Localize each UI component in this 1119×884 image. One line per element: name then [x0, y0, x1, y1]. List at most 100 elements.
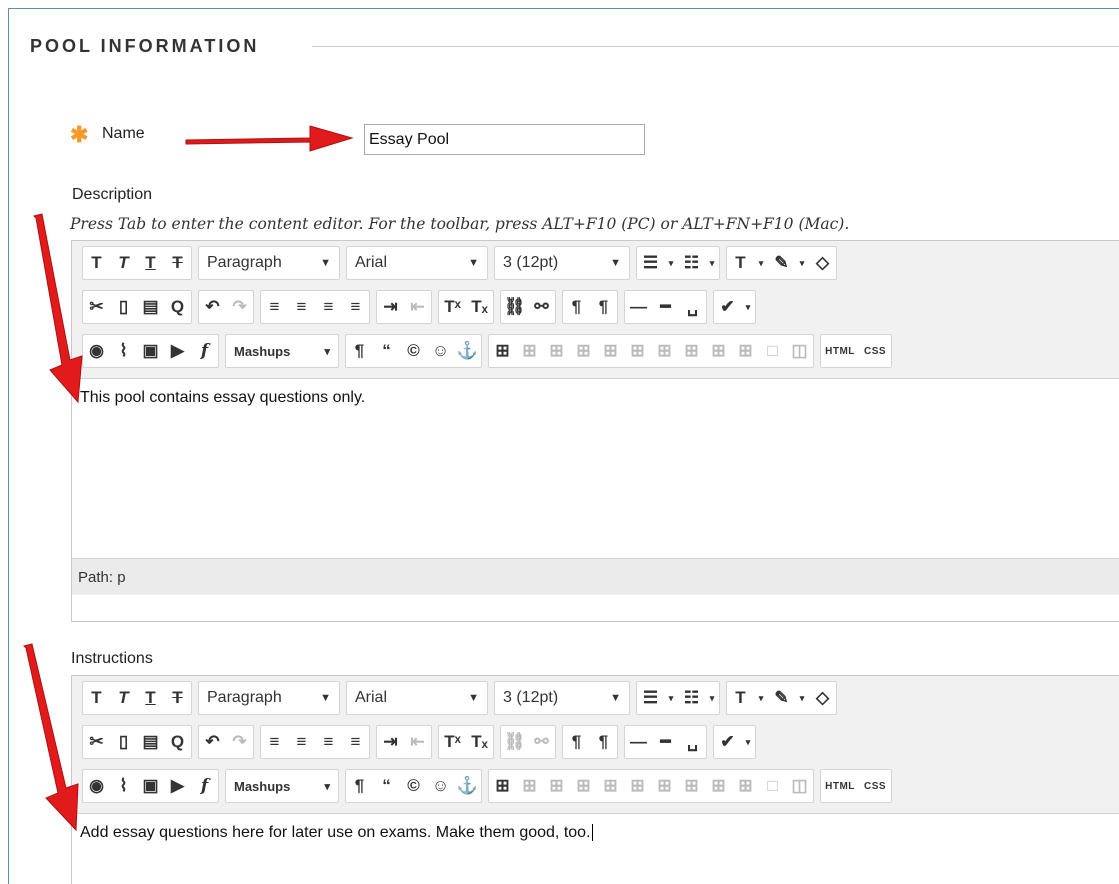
underline-button[interactable]: T: [137, 683, 164, 713]
indent-icon[interactable]: ⇥: [377, 727, 404, 757]
ltr-icon[interactable]: ¶: [563, 292, 590, 322]
nonbreaking-space-icon[interactable]: ␣: [679, 727, 706, 757]
media-icon[interactable]: ▶: [164, 771, 191, 801]
italic-button[interactable]: T: [110, 248, 137, 278]
copy-icon[interactable]: ▯: [110, 727, 137, 757]
nonbreaking-space-icon[interactable]: ␣: [679, 292, 706, 322]
html-button[interactable]: HTML: [821, 771, 859, 801]
horizontal-rule-icon[interactable]: —: [625, 292, 652, 322]
chevron-down-icon[interactable]: ▾: [741, 292, 755, 322]
underline-button[interactable]: T: [137, 248, 164, 278]
link-icon[interactable]: ⛓: [501, 292, 528, 322]
table-col-icon[interactable]: ⊞: [543, 771, 570, 801]
instructions-content[interactable]: Add essay questions here for later use o…: [72, 814, 1119, 852]
name-input[interactable]: [364, 124, 645, 155]
pilcrow-icon[interactable]: ¶: [346, 336, 373, 366]
description-content[interactable]: This pool contains essay questions only.: [72, 379, 1119, 558]
table-delete-icon[interactable]: ⊞: [651, 336, 678, 366]
bullet-list-icon[interactable]: ☰: [637, 248, 664, 278]
find-icon[interactable]: Q: [164, 727, 191, 757]
attachment-icon[interactable]: ⌇: [110, 771, 137, 801]
table-row-icon[interactable]: ⊞: [516, 771, 543, 801]
text-color-icon[interactable]: T: [727, 248, 754, 278]
rtl-icon[interactable]: ¶: [590, 292, 617, 322]
css-button[interactable]: CSS: [859, 336, 891, 366]
quote-icon[interactable]: “: [373, 771, 400, 801]
table-row-icon[interactable]: ⊞: [516, 336, 543, 366]
superscript-icon[interactable]: Tˣ: [439, 292, 466, 322]
table-props-icon[interactable]: ⊞: [678, 771, 705, 801]
outdent-icon[interactable]: ⇤: [404, 727, 431, 757]
chevron-down-icon[interactable]: ▾: [705, 248, 719, 278]
thick-rule-icon[interactable]: ━: [652, 292, 679, 322]
anchor-icon[interactable]: ⚓: [454, 771, 481, 801]
path-value[interactable]: p: [117, 569, 125, 586]
align-center-icon[interactable]: ≡: [288, 727, 315, 757]
table-cell-icon[interactable]: ⊞: [570, 336, 597, 366]
strikethrough-button[interactable]: T: [164, 248, 191, 278]
table-cell-props-icon[interactable]: ⊞: [732, 336, 759, 366]
eraser-icon[interactable]: ◇: [809, 248, 836, 278]
numbered-list-icon[interactable]: ☷: [678, 683, 705, 713]
copyright-icon[interactable]: ©: [400, 336, 427, 366]
font-select[interactable]: Arial ▼: [347, 683, 487, 713]
horizontal-rule-icon[interactable]: —: [625, 727, 652, 757]
mashups-select[interactable]: Mashups ▾: [226, 336, 338, 366]
highlight-icon[interactable]: ✎: [768, 683, 795, 713]
table-icon[interactable]: ⊞: [489, 336, 516, 366]
eraser-icon[interactable]: ◇: [809, 683, 836, 713]
table-merge-icon[interactable]: ⊞: [597, 336, 624, 366]
highlight-icon[interactable]: ✎: [768, 248, 795, 278]
redo-icon[interactable]: ↷: [226, 727, 253, 757]
superscript-icon[interactable]: Tˣ: [439, 727, 466, 757]
table-box-icon[interactable]: □: [759, 336, 786, 366]
redo-icon[interactable]: ↷: [226, 292, 253, 322]
table-row-props-icon[interactable]: ⊞: [705, 336, 732, 366]
chevron-down-icon[interactable]: ▾: [741, 727, 755, 757]
chevron-down-icon[interactable]: ▾: [664, 683, 678, 713]
table-delete-icon[interactable]: ⊞: [651, 771, 678, 801]
link-icon[interactable]: ⛓: [501, 727, 528, 757]
table-split-box-icon[interactable]: ◫: [786, 336, 813, 366]
italic-button[interactable]: T: [110, 683, 137, 713]
chevron-down-icon[interactable]: ▾: [664, 248, 678, 278]
outdent-icon[interactable]: ⇤: [404, 292, 431, 322]
align-left-icon[interactable]: ≡: [261, 292, 288, 322]
table-cell-icon[interactable]: ⊞: [570, 771, 597, 801]
table-row-props-icon[interactable]: ⊞: [705, 771, 732, 801]
justify-icon[interactable]: ≡: [342, 292, 369, 322]
image-icon[interactable]: ▣: [137, 771, 164, 801]
html-button[interactable]: HTML: [821, 336, 859, 366]
undo-icon[interactable]: ↶: [199, 292, 226, 322]
image-icon[interactable]: ▣: [137, 336, 164, 366]
table-col-icon[interactable]: ⊞: [543, 336, 570, 366]
align-right-icon[interactable]: ≡: [315, 727, 342, 757]
indent-icon[interactable]: ⇥: [377, 292, 404, 322]
format-select[interactable]: Paragraph ▼: [199, 248, 339, 278]
format-select[interactable]: Paragraph ▼: [199, 683, 339, 713]
paste-icon[interactable]: ▤: [137, 292, 164, 322]
justify-icon[interactable]: ≡: [342, 727, 369, 757]
table-box-icon[interactable]: □: [759, 771, 786, 801]
pilcrow-icon[interactable]: ¶: [346, 771, 373, 801]
bullet-list-icon[interactable]: ☰: [637, 683, 664, 713]
table-props-icon[interactable]: ⊞: [678, 336, 705, 366]
table-split-icon[interactable]: ⊞: [624, 771, 651, 801]
align-center-icon[interactable]: ≡: [288, 292, 315, 322]
align-right-icon[interactable]: ≡: [315, 292, 342, 322]
css-button[interactable]: CSS: [859, 771, 891, 801]
chevron-down-icon[interactable]: ▾: [795, 248, 809, 278]
paste-icon[interactable]: ▤: [137, 727, 164, 757]
font-select[interactable]: Arial ▼: [347, 248, 487, 278]
chevron-down-icon[interactable]: ▾: [705, 683, 719, 713]
formula-icon[interactable]: f: [191, 771, 218, 801]
copyright-icon[interactable]: ©: [400, 771, 427, 801]
thick-rule-icon[interactable]: ━: [652, 727, 679, 757]
chevron-down-icon[interactable]: ▾: [754, 683, 768, 713]
media-icon[interactable]: ▶: [164, 336, 191, 366]
numbered-list-icon[interactable]: ☷: [678, 248, 705, 278]
formula-icon[interactable]: f: [191, 336, 218, 366]
undo-icon[interactable]: ↶: [199, 727, 226, 757]
chevron-down-icon[interactable]: ▾: [754, 248, 768, 278]
spellcheck-icon[interactable]: ✔: [714, 292, 741, 322]
